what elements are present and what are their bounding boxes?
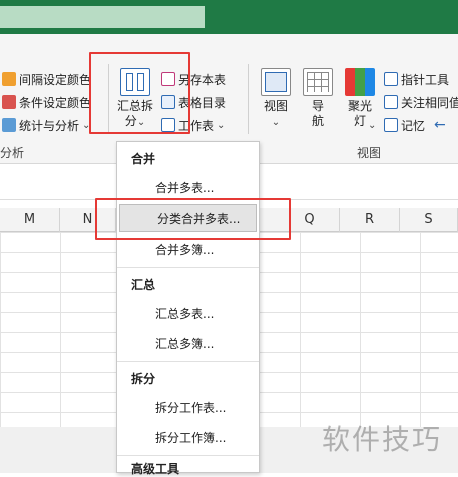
memory-label: 记忆 <box>401 118 426 133</box>
navigation-icon <box>303 68 333 96</box>
analysis-group-label: 分析 <box>0 146 25 160</box>
group-divider <box>248 64 249 134</box>
chevron-down-icon: ⌄ <box>217 119 226 131</box>
column-m[interactable]: M <box>0 208 60 232</box>
statistics-analysis-button[interactable]: 统计与分析 ⌄ <box>2 115 90 135</box>
watch-same-value-label: 关注相同值 <box>401 95 458 110</box>
menu-item-merge-workbooks[interactable]: 合并多簿... <box>118 236 258 264</box>
memory-button[interactable]: 记忆 ← <box>384 115 446 135</box>
interval-color-label: 间隔设定颜色 <box>19 72 92 87</box>
chevron-down-icon: ⌄ <box>271 117 281 128</box>
statistics-analysis-label: 统计与分析 <box>19 118 80 133</box>
menu-header-summary: 汇总 <box>131 278 156 292</box>
menu-header-split: 拆分 <box>131 372 156 386</box>
spotlight-icon <box>345 68 375 96</box>
title-bar <box>0 0 458 34</box>
menu-item-summary-workbooks[interactable]: 汇总多簿... <box>118 330 258 358</box>
title-search-box[interactable] <box>0 6 205 28</box>
watch-icon <box>384 95 398 109</box>
back-arrow-icon[interactable]: ← <box>434 117 446 133</box>
column-r[interactable]: R <box>340 208 400 232</box>
menu-separator <box>117 267 259 268</box>
conditional-color-icon <box>2 95 16 109</box>
watermark-text: 软件技巧 <box>322 423 443 456</box>
highlight-selected-menu-item <box>95 198 291 240</box>
menu-separator <box>117 455 259 456</box>
memory-icon <box>384 118 398 132</box>
highlight-summary-button <box>89 52 190 134</box>
navigation-label: 导 航 <box>311 99 324 128</box>
view-button[interactable]: 视图 ⌄ <box>256 68 296 130</box>
menu-item-summary-sheets[interactable]: 汇总多表... <box>118 300 258 328</box>
view-group-label: 视图 <box>357 146 382 160</box>
conditional-color-label: 条件设定颜色 <box>19 95 92 110</box>
interval-color-button[interactable]: 间隔设定颜色 <box>2 69 91 89</box>
view-icon <box>261 68 291 96</box>
pointer-tool-button[interactable]: 指针工具 <box>384 69 449 89</box>
chevron-down-icon: ⌄ <box>368 120 377 131</box>
pointer-icon <box>384 72 398 86</box>
navigation-button[interactable]: 导 航 <box>300 68 336 129</box>
view-label: 视图 <box>263 99 288 113</box>
watch-same-value-button[interactable]: 关注相同值 <box>384 92 458 112</box>
conditional-color-button[interactable]: 条件设定颜色 <box>2 92 91 112</box>
menu-header-advanced-tools: 高级工具 <box>131 462 180 476</box>
pointer-tool-label: 指针工具 <box>401 72 450 87</box>
statistics-icon <box>2 118 16 132</box>
menu-header-merge: 合并 <box>131 152 156 166</box>
menu-item-split-worksheet[interactable]: 拆分工作表... <box>118 394 258 422</box>
summary-split-menu: 合并 合并多表... 分类合并多表... 合并多簿... 汇总 汇总多表... … <box>116 141 260 476</box>
menu-item-split-workbook[interactable]: 拆分工作簿... <box>118 424 258 452</box>
interval-color-icon <box>2 72 16 86</box>
menu-separator <box>117 361 259 362</box>
column-s[interactable]: S <box>400 208 458 232</box>
